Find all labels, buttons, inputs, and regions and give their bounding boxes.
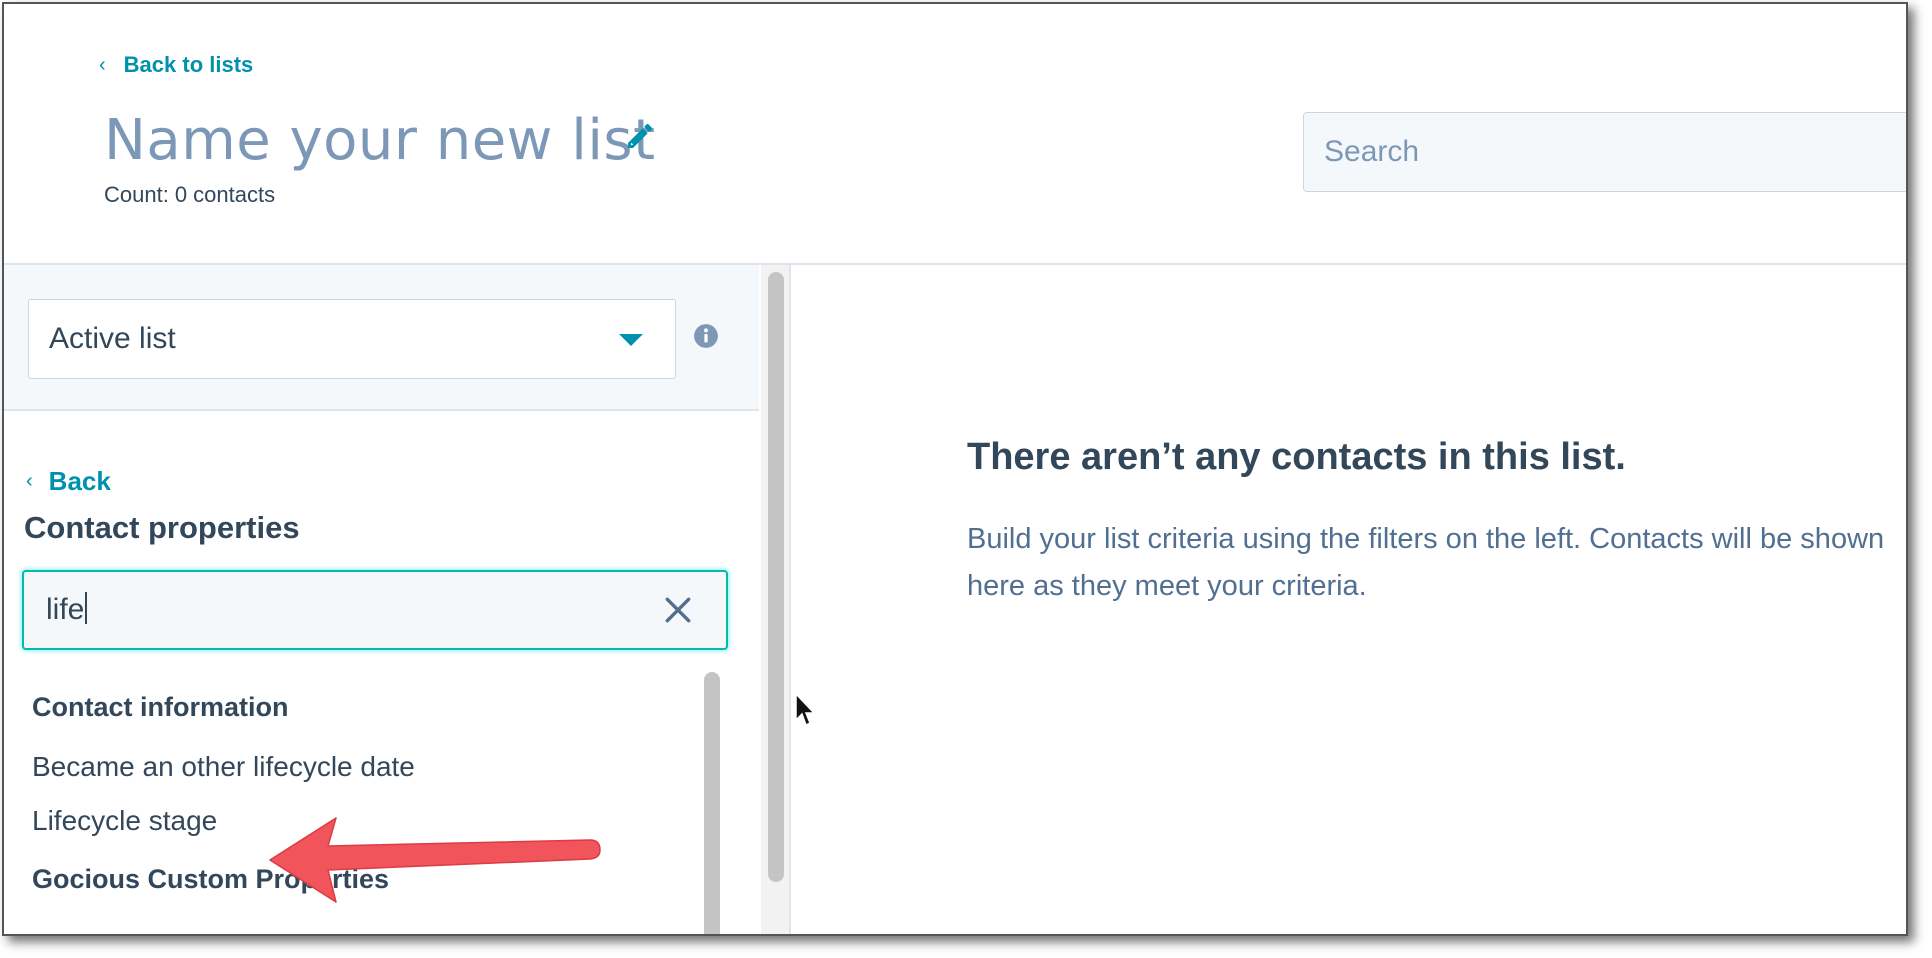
- info-icon[interactable]: [693, 323, 719, 349]
- count-value: 0 contacts: [174, 182, 276, 207]
- mouse-pointer-icon: [795, 692, 816, 727]
- back-to-lists-label: Back to lists: [123, 52, 254, 77]
- close-icon[interactable]: [662, 594, 694, 626]
- section-title: Contact properties: [24, 510, 300, 545]
- chevron-left-icon: ‹: [26, 470, 33, 492]
- property-search-text: life: [46, 593, 85, 626]
- list-type-dropdown[interactable]: Active list: [28, 299, 676, 379]
- panel-divider: [789, 265, 791, 934]
- results-scrollbar-thumb[interactable]: [704, 672, 720, 934]
- page-title[interactable]: Name your new list: [104, 108, 656, 173]
- list-type-value: Active list: [49, 322, 176, 355]
- property-search-value: life: [46, 592, 88, 627]
- back-button[interactable]: ‹ Back: [26, 466, 111, 497]
- caret-down-icon: [619, 334, 643, 346]
- chevron-left-icon: ‹: [99, 53, 106, 76]
- list-type-bar: Active list: [4, 265, 759, 411]
- search-field[interactable]: [1303, 112, 1906, 192]
- left-panel-scrollbar-thumb[interactable]: [768, 272, 784, 882]
- property-search-input[interactable]: life: [22, 570, 728, 650]
- pencil-icon[interactable]: [624, 120, 656, 152]
- app-window: ‹ Back to lists Name your new list Count…: [2, 2, 1908, 936]
- list-item[interactable]: Became an other lifecycle date: [32, 751, 415, 783]
- empty-state-description: Build your list criteria using the filte…: [967, 523, 1885, 602]
- back-to-lists-link[interactable]: ‹ Back to lists: [99, 52, 253, 78]
- text-caret: [85, 592, 88, 624]
- group-heading-contact-information: Contact information: [32, 692, 289, 722]
- back-label: Back: [48, 466, 111, 496]
- search-input[interactable]: [1304, 113, 1906, 191]
- annotation-arrow-icon: [269, 817, 601, 903]
- empty-state-title: There aren’t any contacts in this list.: [967, 436, 1626, 478]
- contact-count: Count: 0 contacts: [104, 182, 275, 208]
- list-item-lifecycle-stage[interactable]: Lifecycle stage: [32, 805, 217, 837]
- count-label: Count:: [104, 182, 169, 207]
